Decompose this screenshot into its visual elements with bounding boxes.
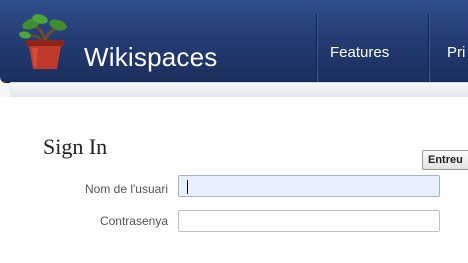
page-title: Sign In [43,134,108,159]
password-input[interactable] [178,210,440,232]
password-label: Contrasenya [99,214,168,228]
nav-divider [428,14,429,82]
username-label: Nom de l'usuari [85,182,168,196]
header-band-edge [0,84,10,98]
potted-plant-icon [19,14,67,69]
header-band [10,82,468,97]
signin-panel: Sign In Nom de l'usuari Contrasenya [0,97,468,263]
text-caret [187,180,188,194]
page: Wikispaces Features Pri Sign In Nom de l… [0,0,468,263]
nav-item-features[interactable]: Features [330,45,389,61]
sign-in-button[interactable]: Entreu [422,150,468,170]
site-header: Wikispaces Features Pri [0,0,468,82]
nav-divider [316,14,317,82]
username-input[interactable] [178,175,440,197]
nav-item-pricing[interactable]: Pri [447,45,465,61]
brand-name: Wikispaces [84,42,218,72]
